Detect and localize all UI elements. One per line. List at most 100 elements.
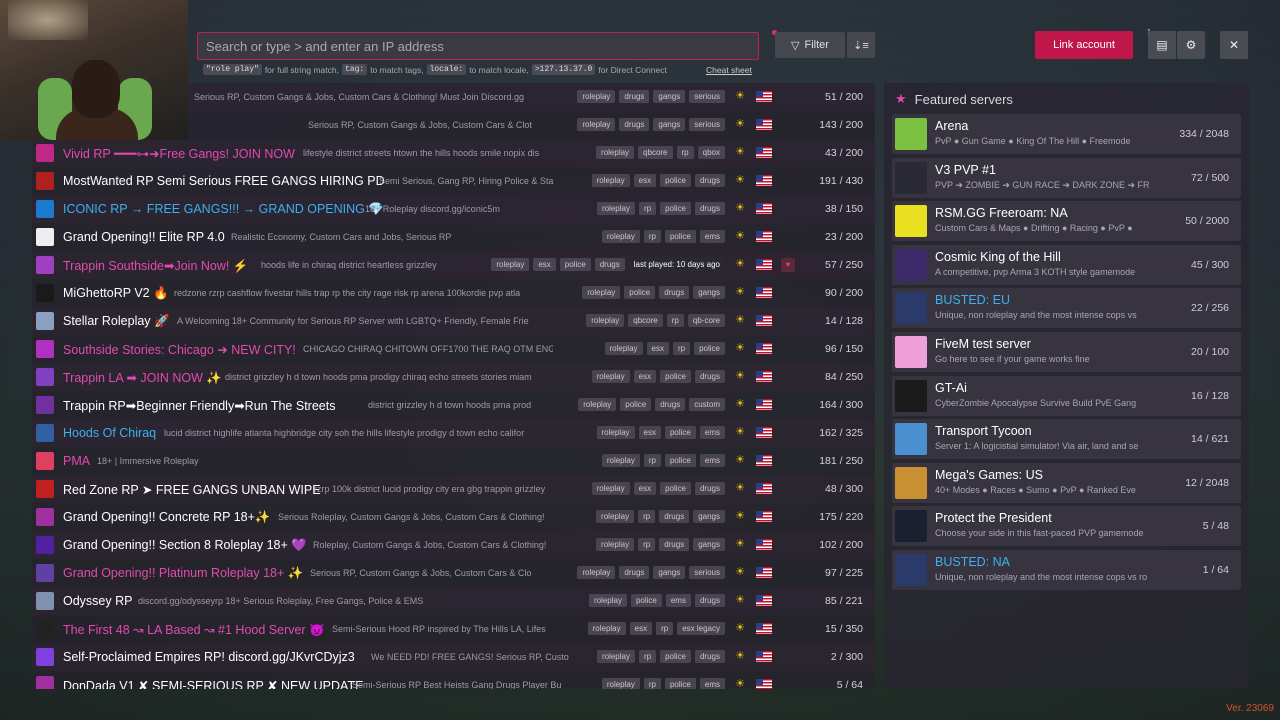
server-tag[interactable]: roleplay [596, 650, 635, 663]
server-tag[interactable]: roleplay [577, 90, 616, 103]
server-row[interactable]: DonDada V1 ✘ SEMI-SERIOUS RP ✘ NEW UPDAT… [32, 671, 875, 689]
server-tag[interactable]: roleplay [591, 370, 630, 383]
server-row[interactable]: ICONIC RP → FREE GANGS!!! → GRAND OPENIN… [32, 195, 875, 223]
server-tag[interactable]: qbox [697, 146, 725, 159]
server-tag[interactable]: police [694, 342, 725, 355]
server-tag[interactable]: qbcore [638, 146, 673, 159]
server-row[interactable]: Grand Opening!! Platinum Roleplay 18+ ✨ S… [32, 559, 875, 587]
server-row[interactable]: Red Zone RP ➤ FREE GANGS UNBAN WIPE rzrp … [32, 475, 875, 503]
server-tag[interactable]: gangs [693, 286, 725, 299]
notifications-button[interactable]: ▤ [1148, 31, 1176, 59]
server-tag[interactable]: police [624, 286, 656, 299]
server-tag[interactable]: esx legacy [677, 622, 725, 635]
featured-server-card[interactable]: RSM.GG Freeroam: NA Custom Cars & Maps ● … [892, 201, 1241, 242]
server-tag[interactable]: rp [638, 650, 657, 663]
server-tag[interactable]: rp [643, 230, 661, 243]
server-tag[interactable]: esx [638, 426, 661, 439]
server-tag[interactable]: drugs [659, 510, 690, 523]
server-tag[interactable]: rp [643, 454, 661, 467]
server-tag[interactable]: police [630, 594, 662, 607]
server-tag[interactable]: roleplay [601, 454, 640, 467]
server-tag[interactable]: roleplay [578, 398, 617, 411]
server-tag[interactable]: qb-core [687, 314, 725, 327]
server-tag[interactable]: esx [629, 622, 653, 635]
server-tag[interactable]: ems [699, 454, 725, 467]
featured-server-card[interactable]: Transport Tycoon Server 1: A logicistial … [892, 419, 1241, 460]
server-tag[interactable]: esx [646, 342, 669, 355]
filter-button[interactable]: ▽ Filter [775, 32, 845, 58]
server-tag[interactable]: drugs [694, 202, 725, 215]
server-tag[interactable]: police [660, 370, 691, 383]
server-tag[interactable]: ems [699, 426, 725, 439]
server-tag[interactable]: police [660, 650, 691, 663]
server-tag[interactable]: drugs [619, 90, 650, 103]
server-row[interactable]: Trappin LA ➡ JOIN NOW ✨ district grizzley… [32, 363, 875, 391]
featured-server-card[interactable]: Arena PvP ● Gun Game ● King Of The Hill ●… [892, 114, 1241, 154]
server-row[interactable]: Grand Opening!! Elite RP 4.0 Realistic Ec… [32, 223, 875, 251]
server-tag[interactable]: police [664, 678, 696, 689]
server-tag[interactable]: esx [633, 482, 657, 495]
featured-server-card[interactable]: Cosmic King of the Hill A competitive, pv… [892, 244, 1241, 285]
server-tag[interactable]: qbcore [628, 314, 663, 327]
server-tag[interactable]: roleplay [596, 146, 635, 159]
server-row[interactable]: Odyssey RP discord.gg/odysseyrp 18+ Serio… [32, 587, 875, 615]
server-tag[interactable]: drugs [619, 566, 650, 579]
server-tag[interactable]: rp [638, 202, 657, 215]
server-tag[interactable]: ems [665, 594, 691, 607]
server-tag[interactable]: police [664, 454, 696, 467]
server-tag[interactable]: esx [633, 370, 657, 383]
close-button[interactable]: ✕ [1220, 31, 1248, 59]
server-tag[interactable]: drugs [659, 538, 690, 551]
server-tag[interactable]: roleplay [588, 594, 627, 607]
server-tag[interactable]: police [660, 174, 691, 187]
server-tag[interactable]: rp [638, 538, 656, 551]
server-tag[interactable]: rp [643, 678, 661, 689]
search-input[interactable] [197, 32, 759, 60]
server-row[interactable]: Vivid RP ━━━⊶➜Free Gangs! JOIN NOW lifest… [32, 139, 875, 167]
server-tag[interactable]: esx [633, 174, 657, 187]
server-tag[interactable]: gangs [653, 90, 686, 103]
server-row[interactable]: PMA 18+ | Immersive Roleplay roleplay rp pol… [32, 447, 875, 475]
server-tag[interactable]: roleplay [596, 426, 635, 439]
server-tag[interactable]: roleplay [491, 258, 530, 271]
server-tag[interactable]: rp [656, 622, 674, 635]
server-tag[interactable]: police [620, 398, 652, 411]
server-tag[interactable]: roleplay [577, 118, 616, 131]
server-tag[interactable]: ems [699, 678, 725, 689]
server-tag[interactable]: roleplay [596, 538, 635, 551]
featured-server-card[interactable]: Mega's Games: US 40+ Modes ● Races ● Sumo… [892, 462, 1241, 503]
server-tag[interactable]: serious [689, 566, 725, 579]
server-row[interactable]: Trappin RP➡Beginner Friendly➡Run The Str… [32, 391, 875, 419]
server-tag[interactable]: custom [689, 398, 725, 411]
server-tag[interactable]: esx [533, 258, 556, 271]
featured-server-card[interactable]: BUSTED: NA Unique, non roleplay and the m… [892, 550, 1241, 590]
featured-server-card[interactable]: GT-Ai CyberZombie Apocalypse Survive Buil… [892, 375, 1241, 416]
featured-server-card[interactable]: FiveM test server Go here to see if your … [892, 332, 1241, 372]
server-tag[interactable]: roleplay [601, 678, 640, 689]
server-tag[interactable]: roleplay [587, 622, 626, 635]
server-tag[interactable]: rp [672, 342, 691, 355]
server-tag[interactable]: gangs [693, 510, 725, 523]
server-tag[interactable]: gangs [653, 566, 686, 579]
favorite-icon[interactable]: ♥ [781, 258, 795, 272]
server-row[interactable]: Hoods Of Chiraq lucid district highlife a… [32, 419, 875, 447]
server-tag[interactable]: drugs [694, 174, 725, 187]
server-tag[interactable]: drugs [694, 594, 725, 607]
server-tag[interactable]: serious [689, 90, 725, 103]
server-tag[interactable]: ems [699, 230, 725, 243]
featured-server-card[interactable]: Protect the President Choose your side in… [892, 506, 1241, 547]
server-row[interactable]: Southside Stories: Chicago ➜ NEW CITY! CH… [32, 335, 875, 363]
server-row[interactable]: Self-Proclaimed Empires RP! discord.gg/J… [32, 643, 875, 671]
server-row[interactable]: MostWanted RP Semi Serious FREE GANGS HI… [32, 167, 875, 195]
server-row[interactable]: Grand Opening!! Section 8 Roleplay 18+ 💜… [32, 531, 875, 559]
server-tag[interactable]: rp [666, 314, 684, 327]
server-tag[interactable]: roleplay [582, 286, 621, 299]
server-tag[interactable]: roleplay [604, 342, 643, 355]
server-tag[interactable]: police [664, 230, 696, 243]
server-tag[interactable]: police [660, 482, 691, 495]
server-tag[interactable]: roleplay [596, 510, 635, 523]
server-tag[interactable]: gangs [693, 538, 725, 551]
server-tag[interactable]: drugs [655, 398, 686, 411]
server-tag[interactable]: roleplay [591, 174, 630, 187]
featured-server-card[interactable]: V3 PVP #1 PVP ➜ ZOMBIE ➜ GUN RACE ➜ DARK … [892, 157, 1241, 198]
